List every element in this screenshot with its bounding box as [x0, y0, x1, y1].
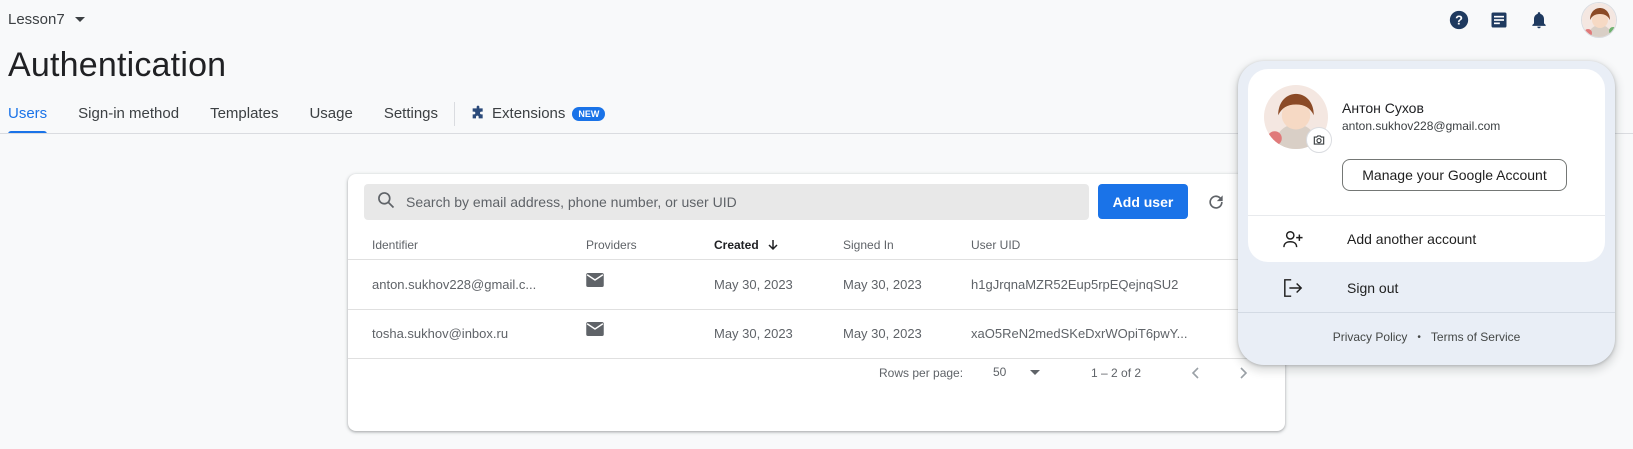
- tab-divider: [454, 102, 456, 126]
- account-avatar-button[interactable]: [1581, 2, 1617, 38]
- extensions-icon: [470, 105, 486, 121]
- separator-dot: •: [1417, 331, 1421, 343]
- tab-label: Templates: [210, 105, 279, 122]
- project-selector[interactable]: Lesson7: [8, 11, 85, 28]
- terms-of-service-link[interactable]: Terms of Service: [1431, 330, 1520, 344]
- column-header-providers: Providers: [586, 238, 637, 252]
- svg-text:?: ?: [1455, 13, 1463, 28]
- refresh-icon[interactable]: [1205, 191, 1227, 213]
- mail-icon: [586, 322, 604, 339]
- tab-label: Extensions: [492, 105, 566, 122]
- add-user-button[interactable]: Add user: [1098, 184, 1188, 219]
- page-range: 1 – 2 of 2: [1091, 366, 1142, 380]
- users-card: Add user Identifier Providers Created Si…: [348, 174, 1285, 431]
- avatar-image: [1582, 3, 1616, 37]
- add-another-account-label: Add another account: [1347, 231, 1477, 247]
- camera-icon: [1313, 135, 1325, 145]
- add-person-icon: [1282, 229, 1304, 254]
- top-toolbar: ?: [1447, 8, 1551, 32]
- change-photo-button[interactable]: [1306, 127, 1332, 153]
- tab-label: Users: [8, 105, 48, 122]
- search-input[interactable]: [406, 194, 1046, 210]
- search-box[interactable]: [364, 184, 1089, 220]
- table-row[interactable]: anton.sukhov228@gmail.c... May 30, 2023 …: [348, 261, 1285, 310]
- tab-label: Settings: [383, 105, 439, 122]
- chevron-left-icon: [1191, 367, 1199, 379]
- sort-arrow-down-icon: [768, 240, 778, 251]
- account-popup: Антон Сухов anton.sukhov228@gmail.com Ma…: [1238, 61, 1615, 365]
- tab-bar: Users Sign-in method Templates Usage Set…: [8, 100, 636, 134]
- sign-out-label: Sign out: [1347, 280, 1399, 296]
- table-row[interactable]: tosha.sukhov@inbox.ru May 30, 2023 May 3…: [348, 310, 1285, 359]
- cell-user-uid: xaO5ReN2medSKeDxrWOpiT6pwY...: [971, 326, 1188, 341]
- column-header-signed-in[interactable]: Signed In: [843, 238, 894, 252]
- chevron-down-icon: [1030, 369, 1041, 375]
- tab-label: Usage: [309, 105, 353, 122]
- manage-account-button[interactable]: Manage your Google Account: [1342, 159, 1567, 191]
- tab-extensions[interactable]: Extensions NEW: [470, 100, 606, 134]
- chevron-right-icon: [1240, 367, 1248, 379]
- tab-usage[interactable]: Usage: [309, 100, 352, 134]
- account-email: anton.sukhov228@gmail.com: [1342, 119, 1501, 133]
- tab-templates[interactable]: Templates: [210, 100, 278, 134]
- new-badge: NEW: [572, 107, 606, 121]
- cell-created: May 30, 2023: [714, 277, 793, 292]
- next-page-button[interactable]: [1231, 361, 1255, 385]
- account-name: Антон Сухов: [1342, 100, 1424, 116]
- notifications-bell-icon[interactable]: [1527, 8, 1551, 32]
- cell-created: May 30, 2023: [714, 326, 793, 341]
- release-notes-icon[interactable]: [1487, 8, 1511, 32]
- tab-users[interactable]: Users: [8, 100, 48, 134]
- popup-footer: Privacy Policy • Terms of Service: [1238, 330, 1615, 344]
- column-header-created[interactable]: Created: [714, 238, 779, 252]
- column-header-label: Created: [714, 238, 759, 252]
- cell-identifier: tosha.sukhov@inbox.ru: [372, 326, 509, 341]
- rows-per-page-label: Rows per page:: [879, 366, 964, 380]
- tab-sign-in-method[interactable]: Sign-in method: [78, 100, 179, 134]
- rows-per-page-value: 50: [993, 365, 1007, 379]
- tab-label: Sign-in method: [78, 105, 180, 122]
- search-icon: [376, 190, 396, 215]
- column-header-identifier[interactable]: Identifier: [372, 238, 418, 252]
- cell-user-uid: h1gJrqnaMZR52Eup5rpEQejnqSU2: [971, 277, 1179, 292]
- cell-identifier: anton.sukhov228@gmail.c...: [372, 277, 537, 292]
- logout-icon: [1282, 278, 1304, 303]
- column-header-user-uid: User UID: [971, 238, 1021, 252]
- sign-out-item[interactable]: Sign out: [1248, 264, 1605, 312]
- cell-signed-in: May 30, 2023: [843, 326, 922, 341]
- help-icon[interactable]: ?: [1447, 8, 1471, 32]
- privacy-policy-link[interactable]: Privacy Policy: [1333, 330, 1408, 344]
- table-header: Identifier Providers Created Signed In U…: [348, 232, 1285, 260]
- cell-signed-in: May 30, 2023: [843, 277, 922, 292]
- project-name: Lesson7: [8, 11, 65, 28]
- mail-icon: [586, 273, 604, 290]
- add-another-account-item[interactable]: Add another account: [1248, 215, 1605, 262]
- page-title: Authentication: [8, 46, 227, 84]
- rows-per-page-select[interactable]: 50: [993, 365, 1041, 379]
- tab-settings[interactable]: Settings: [384, 100, 438, 134]
- prev-page-button[interactable]: [1184, 361, 1208, 385]
- popup-divider: [1238, 312, 1615, 313]
- chevron-down-icon: [74, 17, 85, 22]
- account-summary: Антон Сухов anton.sukhov228@gmail.com Ma…: [1248, 69, 1605, 215]
